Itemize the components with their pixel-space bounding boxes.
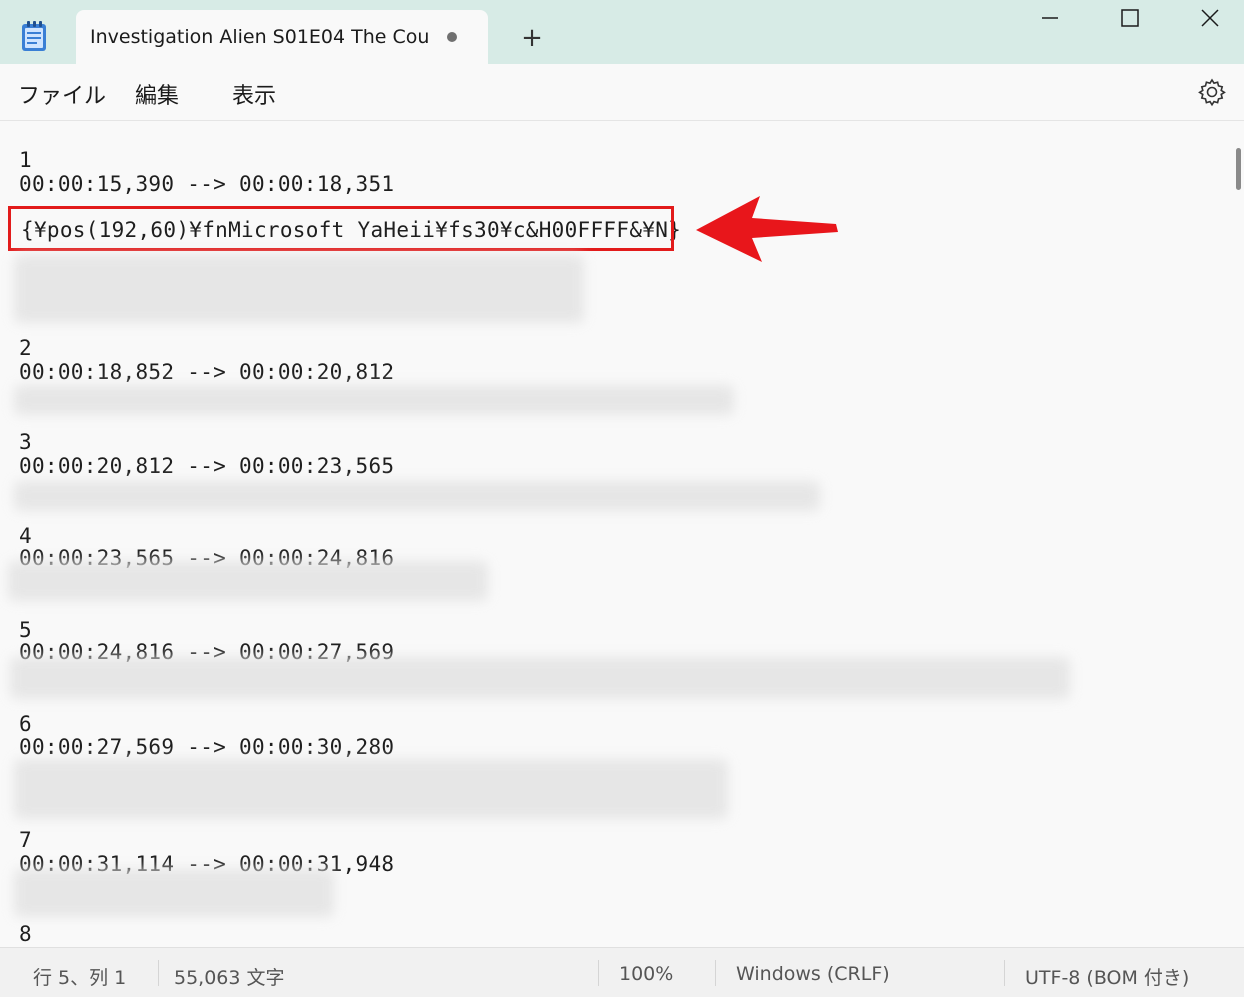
blurred-text <box>14 255 584 323</box>
maximize-button[interactable] <box>1090 0 1170 40</box>
subtitle-timecode: 00:00:20,812 --> 00:00:23,565 <box>19 454 395 478</box>
unsaved-dot-icon[interactable] <box>447 32 457 42</box>
status-separator <box>598 960 599 986</box>
subtitle-index: 1 <box>19 148 32 172</box>
status-separator <box>158 960 159 986</box>
settings-gear-icon[interactable] <box>1196 76 1228 108</box>
new-tab-button[interactable]: + <box>516 24 548 52</box>
title-bar: Investigation Alien S01E04 The Cour + <box>0 0 1244 64</box>
blurred-text <box>10 657 1070 699</box>
menu-edit[interactable]: 編集 <box>135 78 179 110</box>
character-count: 55,063 文字 <box>174 967 285 989</box>
status-bar: 行 5、列 1 55,063 文字 100% Windows (CRLF) UT… <box>0 947 1244 997</box>
zoom-level[interactable]: 100% <box>619 963 673 985</box>
tab-title: Investigation Alien S01E04 The Cour <box>90 26 430 48</box>
blurred-text <box>14 481 820 511</box>
subtitle-timecode: 00:00:15,390 --> 00:00:18,351 <box>19 172 395 196</box>
menu-bar: ファイル 編集 表示 <box>0 64 1244 121</box>
subtitle-index: 7 <box>19 828 32 852</box>
document-tab[interactable]: Investigation Alien S01E04 The Cour <box>76 10 488 64</box>
menu-view[interactable]: 表示 <box>232 78 276 110</box>
red-arrow-icon <box>696 196 838 262</box>
close-button[interactable] <box>1170 0 1244 40</box>
annotation-box <box>8 206 674 251</box>
vertical-scrollbar[interactable] <box>1236 148 1241 190</box>
encoding[interactable]: UTF-8 (BOM 付き) <box>1025 963 1189 990</box>
line-ending[interactable]: Windows (CRLF) <box>736 963 890 985</box>
cursor-position[interactable]: 行 5、列 1 <box>33 963 126 990</box>
maximize-icon <box>1121 9 1139 27</box>
subtitle-timecode: 00:00:18,852 --> 00:00:20,812 <box>19 360 395 384</box>
text-editor[interactable]: 1 00:00:15,390 --> 00:00:18,351 {¥pos(19… <box>0 121 1244 947</box>
menu-file[interactable]: ファイル <box>18 78 106 110</box>
minimize-button[interactable] <box>1010 0 1090 40</box>
blurred-text <box>14 385 734 415</box>
blurred-text <box>8 561 488 601</box>
minimize-icon <box>1042 17 1058 19</box>
subtitle-index: 3 <box>19 430 32 454</box>
notepad-icon <box>20 20 48 52</box>
status-separator <box>715 960 716 986</box>
status-separator <box>1004 960 1005 986</box>
subtitle-index: 2 <box>19 336 32 360</box>
close-icon <box>1201 9 1219 27</box>
blurred-text <box>14 869 334 917</box>
blurred-text <box>14 759 728 819</box>
subtitle-index: 8 <box>19 922 32 946</box>
subtitle-timecode: 00:00:27,569 --> 00:00:30,280 <box>19 735 395 759</box>
